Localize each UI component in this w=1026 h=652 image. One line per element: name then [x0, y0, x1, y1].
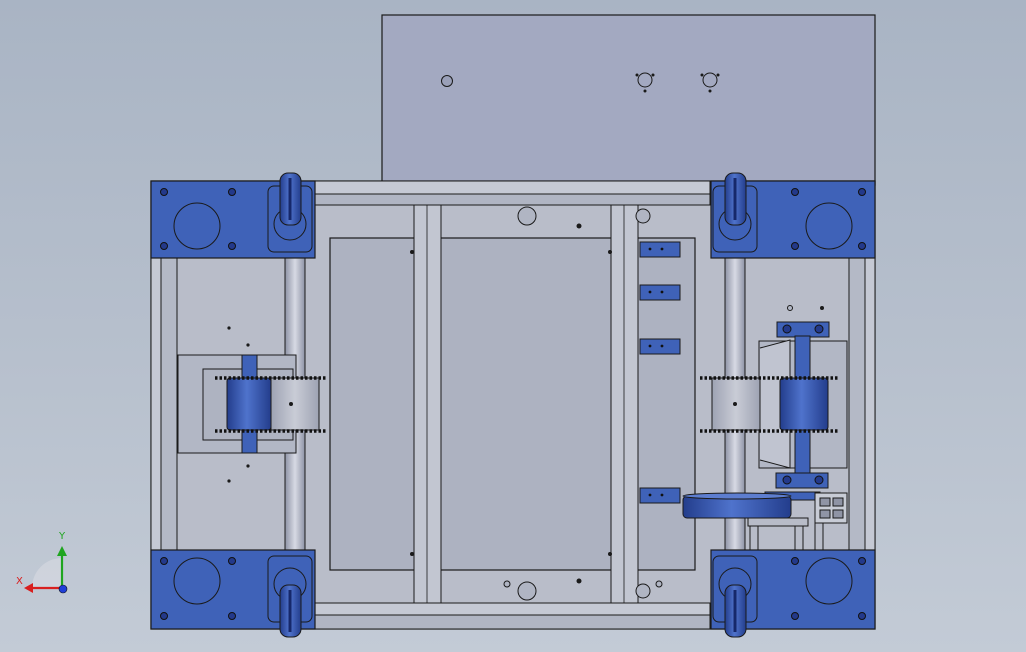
corner-module-top-left[interactable]	[150, 172, 316, 259]
center-base-plate[interactable]	[329, 204, 696, 604]
cable-clip-2	[639, 284, 681, 301]
triad-y-label: Y	[59, 531, 66, 542]
cable-clip-4	[639, 487, 681, 504]
top-enclosure-plate[interactable]	[381, 14, 876, 186]
cad-viewport[interactable]: Y X	[0, 0, 1026, 652]
cable-clip-3	[639, 338, 681, 355]
corner-module-bottom-left[interactable]	[150, 549, 316, 638]
cable-clip-1	[639, 241, 681, 258]
corner-module-top-right[interactable]	[710, 172, 876, 259]
triad-z-axis	[58, 584, 68, 594]
corner-module-bottom-right[interactable]	[710, 549, 876, 638]
triad-x-label: X	[16, 576, 23, 587]
assembly-model[interactable]	[0, 0, 1026, 652]
mounting-hole	[441, 75, 453, 87]
coordinate-triad-icon	[24, 546, 68, 594]
